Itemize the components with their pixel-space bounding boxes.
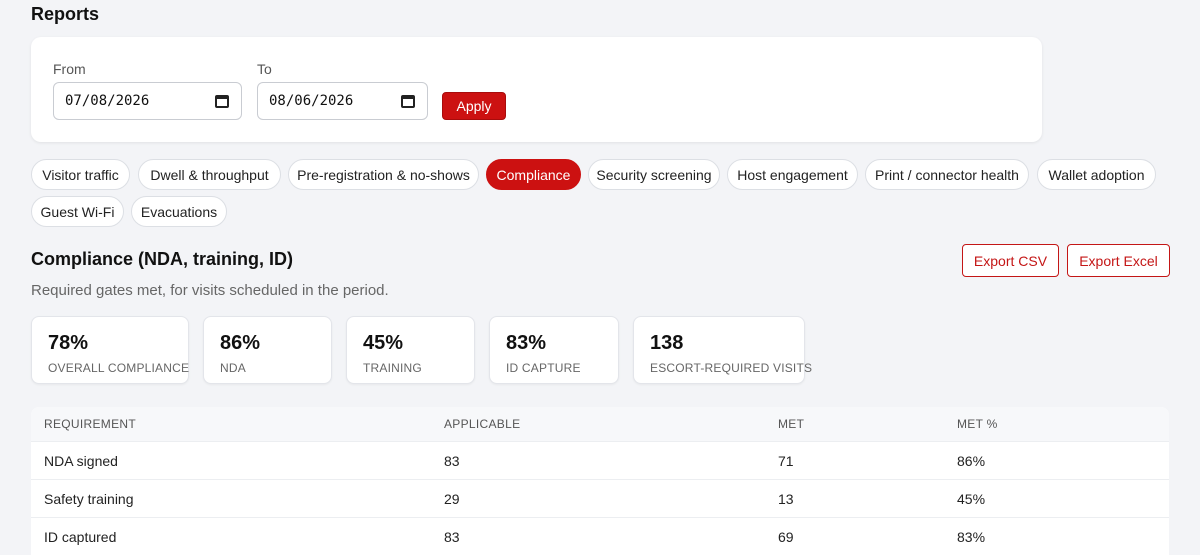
cell-requirement: Safety training <box>44 490 134 507</box>
section-subtitle: Required gates met, for visits scheduled… <box>31 282 389 299</box>
table-row: Safety training 29 13 45% <box>31 479 1169 517</box>
tab-wallet-adoption[interactable]: Wallet adoption <box>1037 159 1156 190</box>
column-header-met-percent: MET % <box>957 417 998 431</box>
kpi-card-id-capture: 83% ID CAPTURE <box>489 316 619 384</box>
tab-print-connector-health[interactable]: Print / connector health <box>865 159 1029 190</box>
section-title: Compliance (NDA, training, ID) <box>31 249 294 269</box>
table-header: REQUIREMENT APPLICABLE MET MET % <box>31 407 1169 441</box>
tab-guest-wifi[interactable]: Guest Wi-Fi <box>31 196 124 227</box>
kpi-label: ESCORT-REQUIRED VISITS <box>650 361 813 375</box>
apply-button[interactable]: Apply <box>442 92 506 120</box>
from-label: From <box>53 61 86 77</box>
tab-evacuations[interactable]: Evacuations <box>131 196 227 227</box>
kpi-label: NDA <box>220 361 246 375</box>
export-csv-button[interactable]: Export CSV <box>962 244 1059 277</box>
to-date-value: 08/06/2026 <box>269 93 354 109</box>
kpi-label: ID CAPTURE <box>506 361 581 375</box>
cell-met: 69 <box>778 528 794 545</box>
cell-met: 13 <box>778 490 794 507</box>
table-row: ID captured 83 69 83% <box>31 517 1169 555</box>
kpi-card-training: 45% TRAINING <box>346 316 475 384</box>
kpi-label: OVERALL COMPLIANCE <box>48 361 190 375</box>
kpi-value: 83% <box>506 332 547 354</box>
column-header-applicable: APPLICABLE <box>444 417 521 431</box>
to-label: To <box>257 61 272 77</box>
tab-host-engagement[interactable]: Host engagement <box>727 159 858 190</box>
kpi-card-overall-compliance: 78% OVERALL COMPLIANCE <box>31 316 189 384</box>
from-date-input[interactable]: 07/08/2026 <box>53 82 242 120</box>
column-header-met: MET <box>778 417 805 431</box>
calendar-icon[interactable] <box>401 94 415 108</box>
cell-met: 71 <box>778 452 794 469</box>
cell-applicable: 83 <box>444 528 460 545</box>
export-excel-button[interactable]: Export Excel <box>1067 244 1170 277</box>
tab-compliance[interactable]: Compliance <box>486 159 581 190</box>
cell-applicable: 83 <box>444 452 460 469</box>
tab-pre-registration[interactable]: Pre-registration & no-shows <box>288 159 479 190</box>
page-title: Reports <box>31 4 100 24</box>
kpi-value: 138 <box>650 332 684 354</box>
kpi-label: TRAINING <box>363 361 422 375</box>
compliance-table: REQUIREMENT APPLICABLE MET MET % NDA sig… <box>31 407 1169 555</box>
kpi-card-escort-required: 138 ESCORT-REQUIRED VISITS <box>633 316 813 384</box>
cell-met-percent: 83% <box>957 528 986 545</box>
cell-requirement: ID captured <box>44 528 117 545</box>
cell-applicable: 29 <box>444 490 460 507</box>
table-row: NDA signed 83 71 86% <box>31 441 1169 479</box>
cell-requirement: NDA signed <box>44 452 118 469</box>
kpi-value: 86% <box>220 332 261 354</box>
column-header-requirement: REQUIREMENT <box>44 417 136 431</box>
kpi-value: 45% <box>363 332 404 354</box>
tab-dwell-throughput[interactable]: Dwell & throughput <box>138 159 281 190</box>
from-date-value: 07/08/2026 <box>65 93 150 109</box>
kpi-value: 78% <box>48 332 89 354</box>
kpi-card-nda: 86% NDA <box>203 316 332 384</box>
calendar-icon[interactable] <box>215 94 229 108</box>
cell-met-percent: 45% <box>957 490 986 507</box>
date-filter-card: From 07/08/2026 To 08/06/2026 Apply <box>31 37 1042 142</box>
tab-security-screening[interactable]: Security screening <box>588 159 720 190</box>
tab-visitor-traffic[interactable]: Visitor traffic <box>31 159 130 190</box>
to-date-input[interactable]: 08/06/2026 <box>257 82 428 120</box>
cell-met-percent: 86% <box>957 452 986 469</box>
